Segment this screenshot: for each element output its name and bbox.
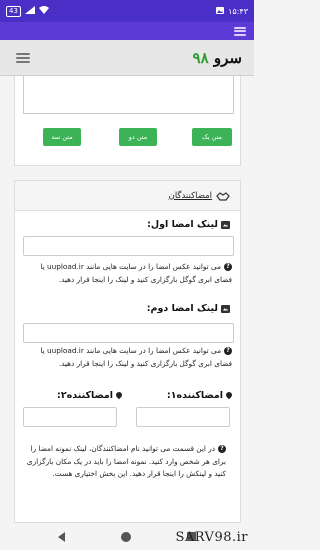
image-icon (221, 220, 230, 229)
second-link-label: لینک امضا دوم: (147, 303, 230, 314)
signer1-label: امضاکننده۱: (167, 390, 232, 401)
image-notification-icon (216, 6, 225, 16)
first-link-label: لینک امضا اول: (147, 219, 230, 230)
clock-time: ۱۵:۴۳ (228, 6, 248, 16)
home-icon[interactable] (121, 531, 131, 542)
question-icon: ? (224, 263, 232, 271)
handshake-icon (216, 186, 230, 205)
menu-icon[interactable] (234, 26, 246, 36)
wifi-icon (38, 6, 49, 16)
first-link-help: ?می توانید عکس امضا را در سایت هایی مانن… (40, 262, 232, 284)
site-header: سرو ۹۸ (0, 40, 254, 76)
browser-toolbar (0, 22, 254, 40)
text-two-button[interactable]: متن دو (119, 128, 157, 146)
battery-badge: 43 (6, 5, 21, 17)
map-marker-icon (116, 392, 122, 400)
image-icon (221, 304, 230, 313)
question-icon: ? (224, 347, 232, 355)
logo-number: ۹۸ (192, 48, 209, 67)
signers-header: امضاکنندگان (15, 181, 240, 211)
signer2-label: امضاکننده۲: (57, 390, 122, 401)
text-card: متن یک متن دو متن سه (14, 76, 241, 166)
signer2-name-input[interactable] (23, 407, 117, 427)
text-three-button[interactable]: متن سه (43, 128, 81, 146)
signer1-name-input[interactable] (136, 407, 230, 427)
text-one-button[interactable]: متن یک (192, 128, 232, 146)
text-textarea[interactable] (23, 76, 234, 114)
first-signature-link-input[interactable] (23, 236, 234, 256)
site-logo[interactable]: سرو ۹۸ (193, 49, 242, 67)
signers-title: امضاکنندگان (168, 190, 212, 201)
signers-card: امضاکنندگان لینک امضا اول: ?می توانید عک… (14, 180, 241, 523)
hamburger-menu-icon[interactable] (16, 52, 30, 63)
second-link-help: ?می توانید عکس امضا را در سایت هایی مانن… (40, 346, 232, 368)
logo-text: سرو (213, 48, 242, 67)
back-icon[interactable] (58, 531, 65, 542)
signal-icon (24, 6, 35, 16)
second-signature-link-input[interactable] (23, 323, 234, 343)
signers-footer-help: ?در این قسمت می توانید نام امضاکنندگان، … (26, 444, 226, 478)
status-bar: 43 ۱۵:۴۳ (0, 0, 254, 22)
watermark: SARV98.ir (175, 530, 248, 545)
question-icon: ? (218, 445, 226, 453)
map-marker-icon (226, 392, 232, 400)
